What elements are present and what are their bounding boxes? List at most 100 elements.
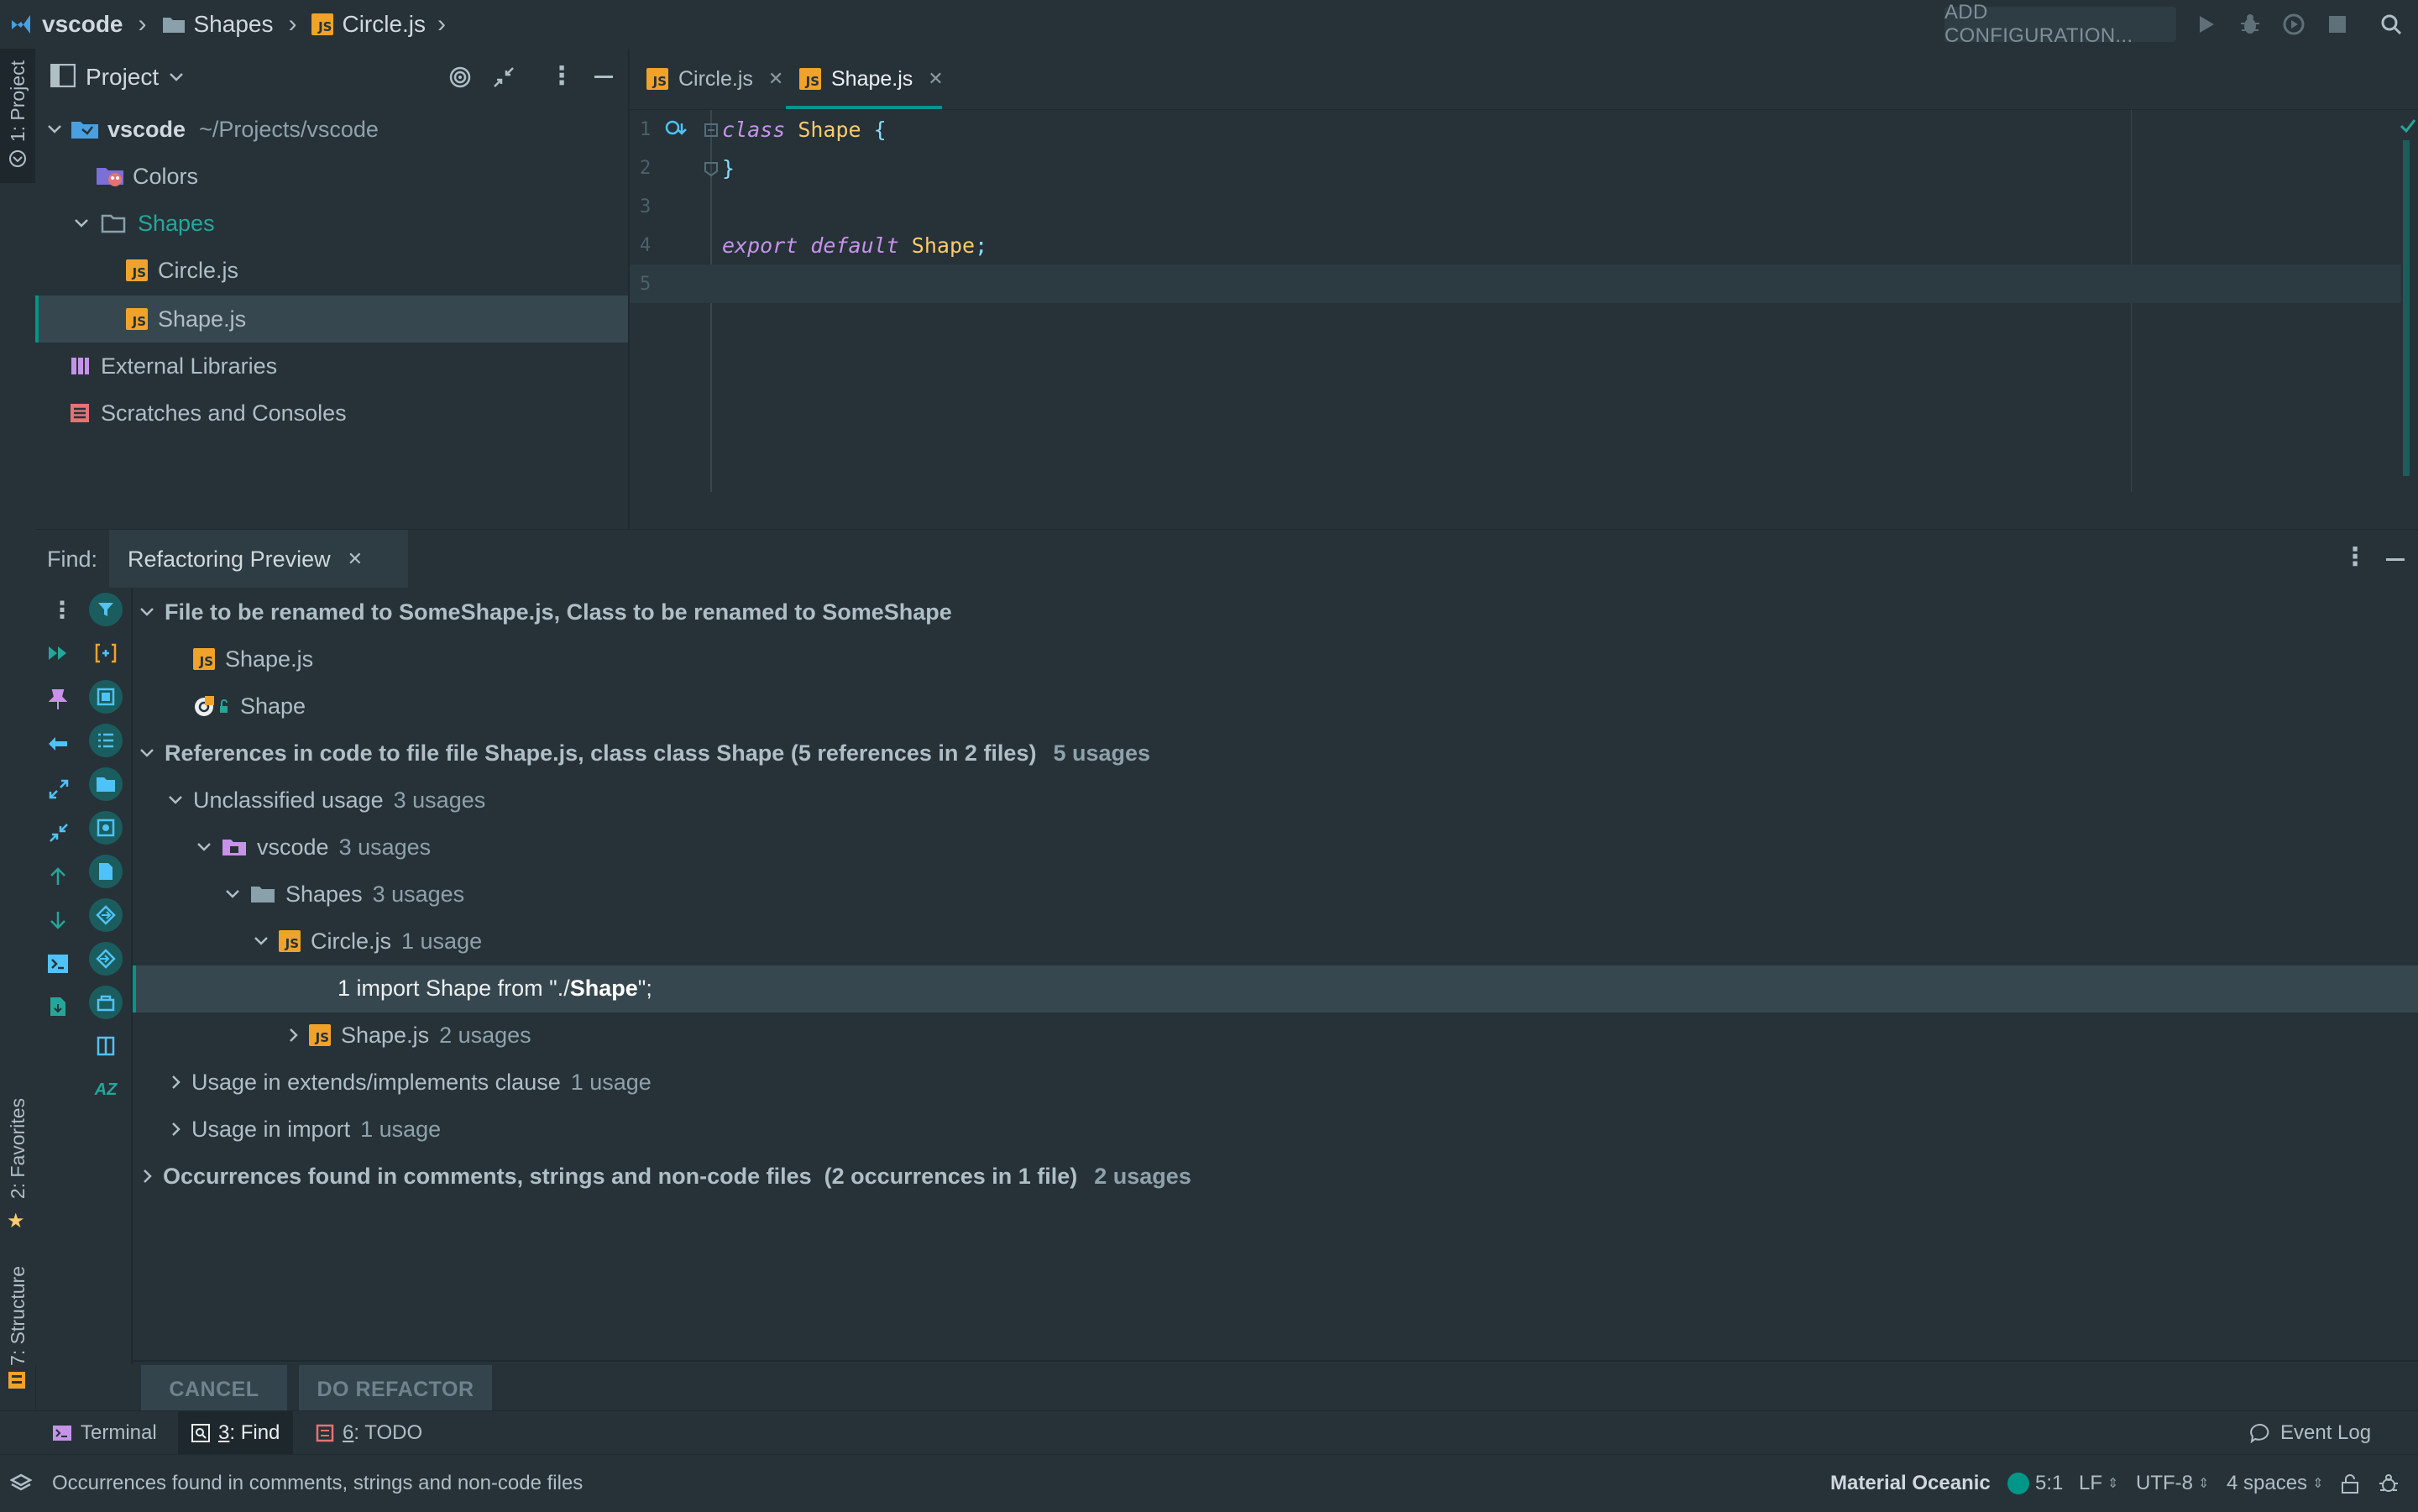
cancel-button[interactable]: CANCEL (141, 1365, 287, 1414)
tree-item-shape-js[interactable]: JS Shape.js (126, 296, 246, 343)
more-options-icon[interactable]: ⋮ (549, 64, 574, 89)
tree-node-import[interactable]: Usage in import 1 usage (171, 1107, 441, 1152)
inspector-icon[interactable] (2378, 1455, 2400, 1512)
chevron-right-icon: › (288, 10, 297, 38)
coverage-icon[interactable] (2280, 11, 2307, 38)
terminal-tool-tab[interactable]: Terminal (52, 1411, 157, 1455)
open-in-editor-icon[interactable] (47, 954, 69, 974)
usage-code-suffix: "; (637, 975, 652, 1001)
tree-node-unclassified[interactable]: Unclassified usage 3 usages (168, 777, 485, 823)
group-by-package-icon[interactable] (89, 811, 123, 845)
tree-node-usage-line[interactable]: 1 import Shape from "./Shape "; (338, 965, 652, 1011)
merge-duplicates-icon[interactable] (89, 636, 123, 670)
fold-end-icon[interactable] (704, 161, 719, 176)
project-panel: Project ⋮ vscode ~/Projects/vscode Color… (35, 49, 628, 529)
tool-windows-toggle-icon[interactable] (10, 1455, 32, 1512)
tree-item-external-libraries[interactable]: External Libraries (69, 343, 277, 390)
collapse-all-icon[interactable] (492, 65, 516, 89)
folder-icon (250, 885, 275, 903)
filter-icon[interactable] (89, 593, 123, 626)
tree-node-shapes[interactable]: Shapes 3 usages (225, 871, 464, 917)
group-by-directory-icon[interactable] (89, 767, 123, 801)
selection-accent (35, 296, 39, 343)
expand-all-icon[interactable] (49, 779, 69, 799)
tree-root-name: vscode (107, 116, 186, 142)
search-icon[interactable] (2378, 11, 2405, 38)
group-by-usage-type-icon[interactable] (89, 724, 123, 757)
pin-icon[interactable] (49, 688, 67, 710)
tab-refactoring-preview[interactable]: Refactoring Preview ✕ (109, 530, 408, 589)
todo-tool-label: : TODO (353, 1421, 423, 1444)
stop-icon[interactable] (2324, 11, 2351, 38)
project-view-selector[interactable]: Project (86, 49, 184, 106)
code-editor[interactable]: 1 2 3 4 5 class Shape { } export default… (630, 110, 2418, 492)
encoding-widget[interactable]: UTF-8 ⇕ (2136, 1455, 2209, 1512)
preview-source-icon[interactable] (89, 1029, 123, 1063)
run-icon[interactable] (2193, 11, 2220, 38)
read-only-lock-icon[interactable] (2341, 1455, 2359, 1512)
export-icon[interactable] (49, 996, 67, 1018)
favorites-tool-tab[interactable]: 2: Favorites (7, 1098, 29, 1199)
close-icon[interactable]: ✕ (928, 68, 943, 90)
debug-icon[interactable] (2237, 11, 2264, 38)
no-problems-check-icon[interactable] (2400, 118, 2416, 133)
line-separator-widget[interactable]: LF ⇕ (2079, 1455, 2118, 1512)
close-icon[interactable]: ✕ (768, 68, 783, 90)
tree-item-circle-js[interactable]: JS Circle.js (126, 247, 238, 294)
tree-item-colors[interactable]: Colors (96, 153, 198, 200)
implemented-marker-icon[interactable] (665, 120, 687, 140)
tree-node-vscode[interactable]: vscode 3 usages (196, 824, 431, 870)
sort-alphabetically-icon[interactable]: AZ (89, 1073, 123, 1107)
breadcrumb-project[interactable]: vscode (42, 11, 123, 38)
theme-widget[interactable]: Material Oceanic (1830, 1455, 2029, 1512)
event-log-icon (2250, 1423, 2272, 1443)
tab-circle-js[interactable]: JS Circle.js ✕ (646, 49, 783, 109)
locate-file-icon[interactable] (448, 65, 472, 89)
previous-occurrence-icon[interactable] (49, 866, 67, 887)
tree-node-references[interactable]: References in code to file file Shape.js… (139, 730, 1150, 776)
breadcrumb-folder[interactable]: Shapes (194, 11, 274, 38)
find-tool-tab[interactable]: 3: Find (178, 1411, 294, 1455)
tree-node-shape-js[interactable]: JS Shape.js 2 usages (289, 1012, 531, 1058)
module-folder-icon (71, 122, 98, 139)
collapse-all-icon[interactable] (49, 823, 69, 843)
back-arrow-icon[interactable] (47, 735, 69, 752)
navigate-to-usage-icon[interactable] (89, 898, 123, 932)
minimize-icon[interactable] (2386, 558, 2405, 561)
tree-node-rename-class[interactable]: Shape (193, 683, 306, 729)
autoscroll-from-source-icon[interactable] (89, 986, 123, 1019)
indent-widget[interactable]: 4 spaces ⇕ (2227, 1455, 2323, 1512)
next-occurrence-icon[interactable] (49, 910, 67, 930)
breadcrumb-file[interactable]: Circle.js (342, 11, 426, 38)
event-log-tool-tab[interactable]: Event Log (2250, 1411, 2371, 1455)
caret-position[interactable]: 5:1 (2035, 1455, 2063, 1512)
editor-scrollbar[interactable] (2403, 140, 2410, 476)
tree-root-vscode[interactable]: vscode ~/Projects/vscode (47, 106, 379, 153)
fold-icon[interactable] (704, 123, 719, 138)
status-bar: Occurrences found in comments, strings a… (0, 1454, 2418, 1512)
rerun-icon[interactable] (47, 645, 69, 662)
tree-node-circle-js[interactable]: JS Circle.js 1 usage (254, 918, 482, 964)
todo-tool-tab[interactable]: 6: TODO (316, 1411, 422, 1455)
do-refactor-button[interactable]: DO REFACTOR (299, 1365, 492, 1414)
more-options-icon[interactable]: ⋮ (2342, 545, 2368, 570)
group-by-file-icon[interactable] (89, 855, 123, 888)
autoscroll-to-source-icon[interactable] (89, 942, 123, 976)
tree-item-scratches[interactable]: Scratches and Consoles (69, 390, 347, 437)
tree-item-shapes[interactable]: Shapes (74, 200, 215, 247)
tree-node-extends[interactable]: Usage in extends/implements clause 1 usa… (171, 1059, 652, 1105)
minimize-icon[interactable] (594, 76, 613, 78)
project-panel-title: Project (86, 64, 160, 90)
tab-shape-js[interactable]: JS Shape.js ✕ (799, 49, 944, 109)
vscode-logo-icon (8, 12, 34, 37)
more-options-icon[interactable]: ⋮ (50, 596, 74, 624)
tree-node-occurrences[interactable]: Occurrences found in comments, strings a… (143, 1154, 1191, 1199)
group-by-module-icon[interactable] (89, 680, 123, 714)
close-icon[interactable]: ✕ (348, 548, 363, 570)
project-tool-tab[interactable]: 1: Project (0, 49, 35, 183)
tree-node-rename-file[interactable]: JS Shape.js (193, 636, 313, 682)
structure-tool-tab[interactable]: 7: Structure (7, 1266, 29, 1366)
add-configuration-button[interactable]: ADD CONFIGURATION... (1944, 1, 2176, 47)
find-actions-toolbar: ⋮ AZ (35, 588, 131, 1364)
tree-node-rename[interactable]: File to be renamed to SomeShape.js, Clas… (139, 589, 952, 635)
